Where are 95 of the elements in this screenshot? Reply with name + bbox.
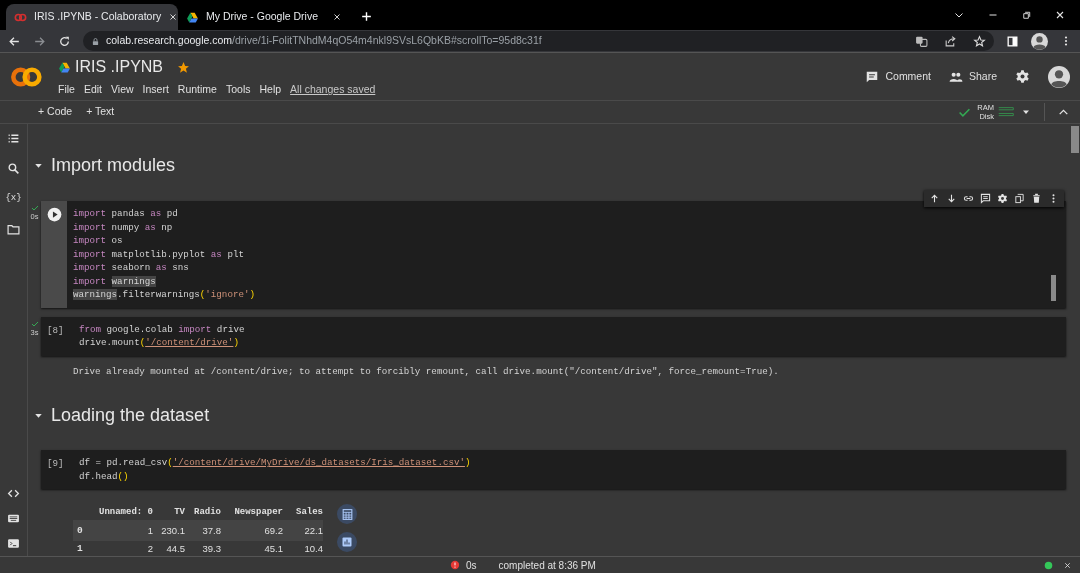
menu-item[interactable]: View (111, 82, 134, 98)
execution-count: [8] (47, 324, 64, 336)
code-cell[interactable]: import pandas as pd import numpy as np import os import matplotlib.pyplot as plt import seaborn as sns import warnings warnings.filterwarnings('ignore') (41, 201, 1066, 308)
back-icon[interactable] (8, 34, 21, 48)
table-cell: 45.1 (264, 543, 283, 555)
variables-button[interactable]: {x} (5, 192, 22, 206)
close-icon[interactable] (332, 12, 342, 22)
search-icon[interactable] (7, 162, 20, 175)
terminal-icon[interactable] (7, 537, 20, 550)
status-time: 0s (466, 558, 477, 573)
browser-tab[interactable]: IRIS .IPYNB - Colaboratory (6, 4, 178, 30)
code-line: import os (73, 234, 124, 248)
comment-button[interactable]: Comment (865, 68, 931, 85)
chart-icon (341, 536, 353, 549)
row-index: 0 (77, 524, 83, 536)
status-text: completed at 8:36 PM (498, 558, 596, 573)
save-status-link[interactable]: All changes saved (290, 82, 376, 98)
plus-icon[interactable] (360, 10, 373, 23)
trash-icon[interactable] (1031, 193, 1042, 204)
menu-item[interactable]: Insert (142, 82, 169, 98)
chart-button[interactable] (337, 532, 357, 553)
table-cell: 39.3 (202, 543, 221, 555)
output-text: Drive already mounted at /content/drive; to attempt to forcibly remount, call drive.mount("/content/drive", force_remount=True). (72, 364, 780, 379)
settings-icon[interactable] (1015, 69, 1030, 84)
column-header: TV (173, 505, 185, 519)
lock-icon (91, 36, 100, 46)
triangle-icon (186, 10, 199, 24)
share-button[interactable]: Share (948, 68, 997, 85)
code-cell[interactable]: [8] from google.colab import drive drive.mount('/content/drive') (41, 316, 1066, 356)
star-outline-icon[interactable] (973, 34, 986, 48)
keyboard-icon[interactable] (7, 512, 20, 525)
column-header: Newspaper (233, 505, 283, 519)
code-line: df.head() (79, 469, 130, 484)
run-button[interactable] (46, 207, 62, 222)
table-cell: 230.1 (161, 524, 185, 536)
scrollbar-thumb[interactable] (1051, 275, 1056, 301)
section-heading: Loading the dataset (51, 404, 210, 427)
code-icon[interactable] (7, 487, 20, 500)
menu-item[interactable]: Edit (83, 82, 102, 98)
row-index: 1 (77, 543, 83, 555)
code-line: warnings.filterwarnings('ignore') (73, 288, 256, 302)
comment-icon (865, 69, 880, 84)
column-header: Unnamed: 0 (98, 505, 153, 519)
code-line: df = pd.read_csv('/content/drive/MyDrive/ds_datasets/Iris_dataset.csv') (79, 456, 472, 470)
code-line: import warnings (73, 274, 157, 288)
add-cell-button[interactable]: + Code (38, 104, 73, 120)
table-view-button[interactable] (337, 504, 357, 525)
code-cell[interactable]: [9] df = pd.read_csv('/content/drive/MyDrive/ds_datasets/Iris_dataset.csv') df.head() (41, 450, 1066, 490)
code-line: import seaborn as sns (73, 261, 190, 275)
address-bar[interactable]: colab.research.google.com/drive/1i-FolitTNhdM4qO54m4nkl9SVsL6QbKB#scrollTo=95d8c31f (83, 31, 994, 51)
restore-icon[interactable] (1021, 9, 1032, 21)
menu-item[interactable]: File (58, 82, 75, 98)
side-panel-icon[interactable] (1006, 34, 1019, 48)
close-icon[interactable] (1054, 9, 1066, 21)
link-icon[interactable] (963, 193, 974, 204)
section-heading: Import modules (51, 153, 176, 177)
table-cell: 10.4 (304, 543, 323, 555)
code-line: from google.colab import drive (79, 322, 246, 336)
menu-item[interactable]: Help (259, 82, 282, 98)
menu-item[interactable]: Tools (225, 82, 251, 98)
table-cell: 1 (147, 524, 153, 536)
close-icon[interactable] (1063, 560, 1072, 570)
table-cell: 2 (147, 543, 153, 555)
column-header: Sales (295, 505, 323, 519)
share-icon[interactable] (944, 34, 957, 48)
code-line: import numpy as np (73, 220, 174, 234)
execution-count: [9] (47, 458, 64, 470)
url-text: colab.research.google.com/drive/1i-FolitTNhdM4qO54m4nkl9SVsL6QbKB#scrollTo=95d8c31f (106, 33, 542, 49)
up-arrow-icon[interactable] (929, 193, 940, 204)
code-line: import matplotlib.pyplot as plt (73, 247, 245, 261)
code-line: drive.mount('/content/drive') (79, 336, 240, 350)
folder-icon[interactable] (7, 222, 20, 236)
avatar-icon[interactable] (1031, 32, 1048, 50)
table-cell: 22.1 (304, 524, 323, 536)
menu-item[interactable]: Runtime (177, 82, 217, 98)
grid-icon (340, 507, 354, 521)
star-icon[interactable] (177, 60, 191, 74)
notebook-title[interactable]: IRIS .IPYNB (75, 55, 164, 80)
scrollbar-thumb[interactable] (1071, 126, 1079, 153)
table-cell: 44.5 (166, 543, 185, 555)
close-icon[interactable] (168, 12, 179, 22)
menu-icon[interactable] (7, 132, 20, 145)
table-cell: 69.2 (264, 524, 283, 536)
forward-icon[interactable] (33, 34, 46, 48)
avatar-icon[interactable] (1048, 65, 1070, 88)
add-cell-button[interactable]: + Text (86, 104, 115, 120)
table-cell: 37.8 (202, 524, 221, 536)
triangle-icon (58, 60, 71, 74)
reload-icon[interactable] (58, 34, 71, 48)
code-line: import pandas as pd (73, 207, 179, 221)
settings-icon[interactable] (997, 193, 1008, 204)
down-arrow-icon[interactable] (946, 193, 957, 204)
comment-icon[interactable] (980, 193, 991, 204)
column-header: Radio (193, 505, 221, 519)
browser-tab[interactable]: My Drive - Google Drive (178, 4, 350, 30)
